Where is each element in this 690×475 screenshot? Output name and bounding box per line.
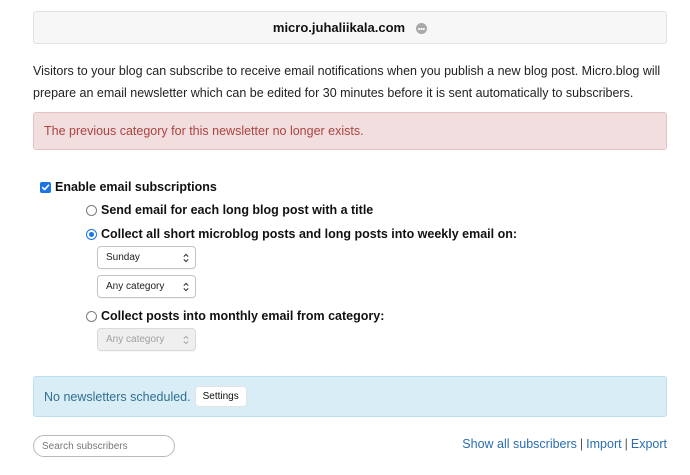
chevron-updown-icon xyxy=(183,335,189,345)
newsletter-status-info: No newsletters scheduled. Settings xyxy=(33,376,667,417)
site-name[interactable]: micro.juhaliikala.com xyxy=(273,20,405,35)
export-link[interactable]: Export xyxy=(631,437,667,451)
weekly-day-value: Sunday xyxy=(106,252,140,263)
enable-subscriptions-checkbox[interactable] xyxy=(40,181,51,193)
chevron-updown-icon xyxy=(183,253,189,263)
weekly-category-select[interactable]: Any category xyxy=(97,275,196,298)
option-monthly-label: Collect posts into monthly email from ca… xyxy=(101,309,385,323)
option-each-post-label: Send email for each long blog post with … xyxy=(101,203,374,217)
site-header: micro.juhaliikala.com xyxy=(33,11,667,44)
enable-subscriptions-label: Enable email subscriptions xyxy=(55,180,217,194)
option-monthly-radio[interactable] xyxy=(86,310,97,322)
ellipsis-icon[interactable] xyxy=(416,23,428,34)
settings-button[interactable]: Settings xyxy=(194,386,247,407)
monthly-category-value: Any category xyxy=(106,334,165,345)
option-weekly[interactable]: Collect all short microblog posts and lo… xyxy=(86,227,517,241)
alert-text: The previous category for this newslette… xyxy=(44,124,364,138)
option-each-post-radio[interactable] xyxy=(86,204,97,216)
weekly-day-select[interactable]: Sunday xyxy=(97,246,196,269)
option-each-post[interactable]: Send email for each long blog post with … xyxy=(86,203,373,217)
option-weekly-radio[interactable] xyxy=(86,228,97,240)
show-all-subscribers-link[interactable]: Show all subscribers xyxy=(462,437,577,451)
monthly-category-select: Any category xyxy=(97,328,196,351)
intro-text: Visitors to your blog can subscribe to r… xyxy=(33,64,661,100)
search-subscribers-input[interactable] xyxy=(33,435,175,457)
enable-subscriptions-row[interactable]: Enable email subscriptions xyxy=(40,180,217,194)
weekly-category-value: Any category xyxy=(106,281,165,292)
error-alert: The previous category for this newslette… xyxy=(33,112,667,150)
link-separator: | xyxy=(624,437,628,451)
option-weekly-label: Collect all short microblog posts and lo… xyxy=(101,227,518,241)
link-separator: | xyxy=(579,437,584,451)
chevron-updown-icon xyxy=(183,282,189,292)
subscriber-links: Show all subscribers | Import | Export xyxy=(462,437,667,451)
import-link[interactable]: Import xyxy=(586,437,621,451)
newsletter-status-text: No newsletters scheduled. xyxy=(44,389,191,404)
option-monthly[interactable]: Collect posts into monthly email from ca… xyxy=(86,309,384,323)
